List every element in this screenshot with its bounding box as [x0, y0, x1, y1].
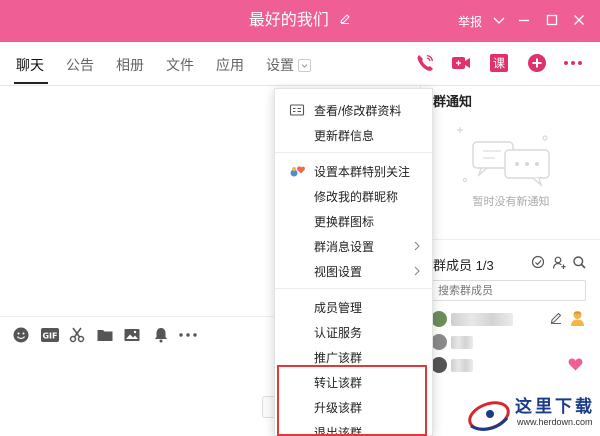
settings-dropdown-caret-icon: [298, 58, 311, 72]
scissors-icon[interactable]: [68, 326, 86, 344]
chevron-down-icon[interactable]: [490, 11, 508, 29]
card-icon: [289, 102, 305, 118]
tab-chat[interactable]: 聊天: [16, 55, 44, 75]
edit-nickname-icon[interactable]: [549, 311, 563, 330]
menu-item-label: 更换群图标: [314, 215, 375, 229]
tab-announcements[interactable]: 公告: [66, 55, 94, 75]
menu-item-edit-my-nickname[interactable]: 修改我的群昵称: [275, 183, 434, 208]
menu-item-label: 推广该群: [314, 351, 363, 365]
watermark-title: 这里下载: [515, 397, 595, 416]
menu-item-member-management[interactable]: 成员管理: [275, 294, 434, 319]
edit-title-icon[interactable]: [339, 0, 351, 42]
add-member-icon[interactable]: [552, 255, 567, 270]
tab-settings[interactable]: 设置: [266, 55, 311, 75]
group-notice-title: 群通知: [433, 94, 473, 109]
menu-item-message-settings[interactable]: 群消息设置: [275, 233, 434, 258]
window-title-wrap: 最好的我们: [0, 0, 600, 42]
member-filter-icon[interactable]: [531, 255, 546, 270]
member-name-redacted: [451, 359, 473, 372]
folder-icon[interactable]: [96, 326, 114, 344]
menu-item-label: 成员管理: [314, 301, 363, 315]
more-dots-icon[interactable]: [178, 326, 197, 344]
video-icon[interactable]: [450, 52, 472, 74]
menu-separator: [275, 152, 434, 153]
watermark-url: www.herdown.com: [517, 417, 593, 427]
title-bar: 最好的我们 举报: [0, 0, 600, 42]
right-panel: 群通知 暂时没有新通知 群成员 1/3: [420, 86, 600, 436]
members-title: 群成员 1/3: [433, 255, 494, 274]
menu-item-label: 更新群信息: [314, 129, 375, 143]
active-tab-indicator: [14, 82, 48, 84]
member-row[interactable]: [431, 354, 591, 376]
group-owner-icon: [569, 309, 586, 332]
no-notice-text: 暂时没有新通知: [472, 196, 550, 208]
menu-item-special-care[interactable]: 设置本群特别关注: [275, 158, 434, 183]
emoji-icon[interactable]: [12, 326, 30, 344]
menu-item-change-group-icon[interactable]: 更换群图标: [275, 208, 434, 233]
menu-item-label: 设置本群特别关注: [314, 165, 411, 179]
highlight-box: [277, 365, 427, 436]
minimize-icon[interactable]: [515, 11, 533, 29]
menu-item-label: 修改我的群昵称: [314, 190, 399, 204]
member-row[interactable]: [431, 308, 591, 330]
member-name-redacted: [451, 313, 513, 326]
maximize-icon[interactable]: [543, 11, 561, 29]
menu-item-label: 认证服务: [314, 326, 363, 340]
window-title[interactable]: 最好的我们: [249, 12, 329, 29]
tab-album[interactable]: 相册: [116, 55, 144, 75]
panel-divider: [421, 239, 600, 240]
class-icon-text: 课: [493, 57, 505, 71]
heart-icon[interactable]: [568, 358, 583, 376]
menu-item-label: 视图设置: [314, 265, 363, 279]
group-chat-window: 最好的我们 举报 聊天 公告 相册 文件 应用 设置 课 GIF 群通知 暂时没…: [0, 0, 600, 436]
gif-icon-text: GIF: [42, 332, 57, 341]
add-icon[interactable]: [526, 52, 548, 74]
gif-icon[interactable]: GIF: [40, 326, 59, 344]
search-member-icon[interactable]: [572, 255, 587, 270]
menu-separator: [275, 288, 434, 289]
close-icon[interactable]: [570, 11, 588, 29]
menu-item-label: 查看/修改群资料: [314, 104, 402, 118]
submenu-arrow-icon: [413, 240, 421, 251]
tab-settings-label: 设置: [266, 57, 294, 73]
report-button[interactable]: 举报: [458, 13, 482, 30]
phone-icon[interactable]: [414, 52, 436, 74]
submenu-arrow-icon: [413, 265, 421, 276]
tab-apps[interactable]: 应用: [216, 55, 244, 75]
empty-notice-illustration: [457, 127, 550, 188]
member-row[interactable]: [431, 331, 591, 353]
member-search-input[interactable]: [431, 280, 586, 301]
image-icon[interactable]: [123, 326, 141, 344]
more-icon[interactable]: [562, 52, 584, 74]
site-watermark: 这里下载 www.herdown.com: [463, 392, 600, 436]
class-icon[interactable]: 课: [488, 52, 510, 74]
watermark-logo-icon: [468, 401, 510, 431]
bell-icon[interactable]: [152, 326, 170, 344]
menu-item-certification[interactable]: 认证服务: [275, 319, 434, 344]
menu-item-view-settings[interactable]: 视图设置: [275, 258, 434, 283]
menu-item-label: 群消息设置: [314, 240, 375, 254]
menu-item-update-group-info[interactable]: 更新群信息: [275, 122, 434, 147]
members-count: 1/3: [475, 258, 494, 273]
member-name-redacted: [451, 336, 473, 349]
special-care-icon: [289, 163, 305, 179]
tab-bar: 聊天 公告 相册 文件 应用 设置 课: [0, 42, 600, 86]
tab-files[interactable]: 文件: [166, 55, 194, 75]
menu-item-view-edit-group-info[interactable]: 查看/修改群资料: [275, 97, 434, 122]
members-title-label: 群成员: [433, 258, 473, 273]
